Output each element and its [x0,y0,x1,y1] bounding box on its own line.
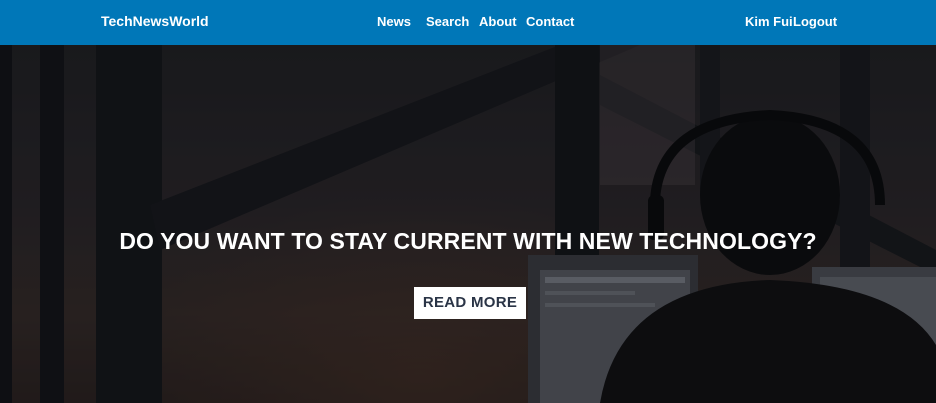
top-navbar: TechNewsWorld News Search About Contact … [0,0,936,45]
hero-background-image [0,45,936,403]
nav-link-about[interactable]: About [479,14,517,29]
logout-link[interactable]: Logout [793,14,837,29]
nav-link-news[interactable]: News [377,14,411,29]
nav-link-contact[interactable]: Contact [526,14,574,29]
hero-banner: DO YOU WANT TO STAY CURRENT WITH NEW TEC… [0,45,936,403]
hero-headline: DO YOU WANT TO STAY CURRENT WITH NEW TEC… [119,228,817,254]
nav-link-search[interactable]: Search [426,14,469,29]
user-name-link[interactable]: Kim Fui [745,14,793,29]
read-more-button[interactable]: READ MORE [414,287,526,319]
brand-logo-link[interactable]: TechNewsWorld [101,13,209,29]
